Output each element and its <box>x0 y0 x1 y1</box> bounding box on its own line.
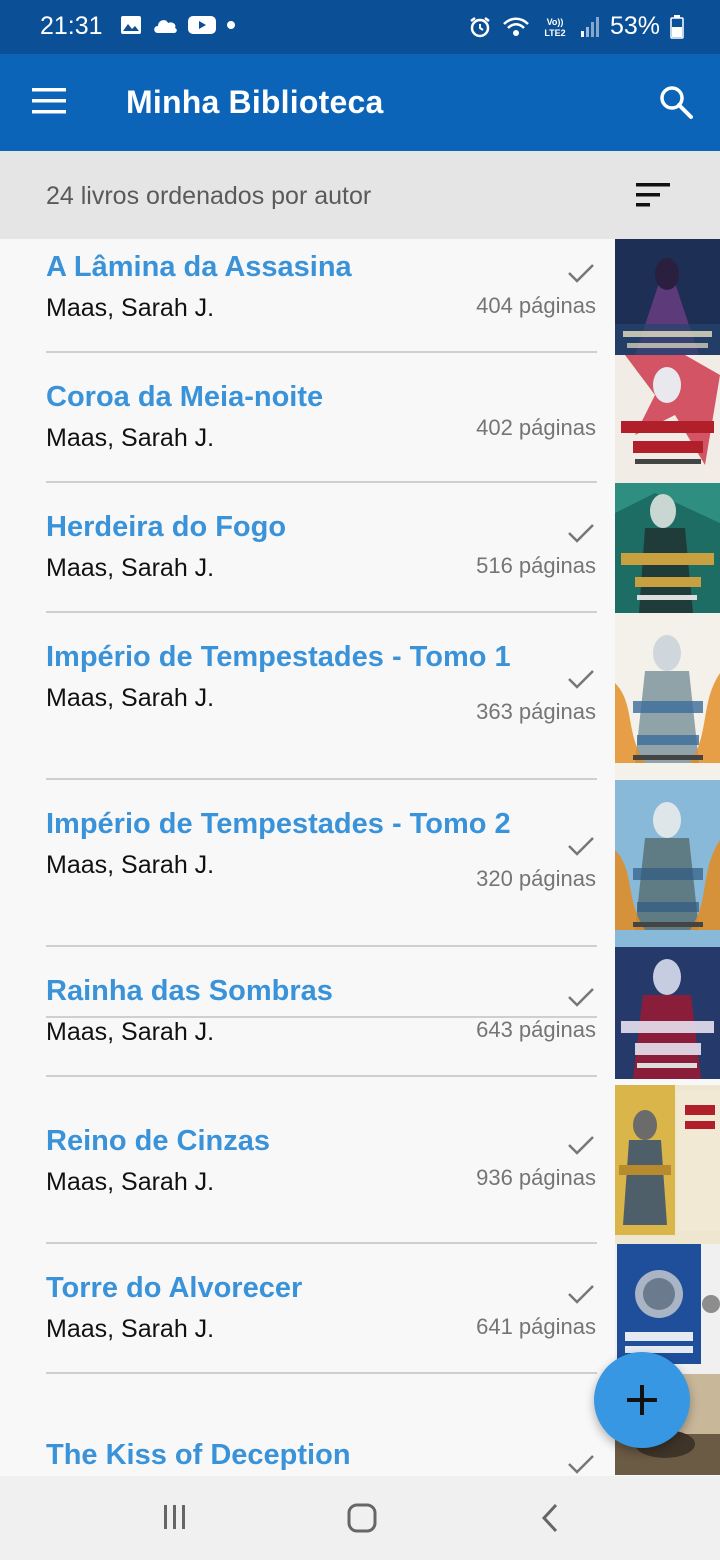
book-pages: 641 páginas <box>476 1314 596 1339</box>
book-row[interactable]: Torre do Alvorecer Maas, Sarah J. 641 pá… <box>0 1244 720 1374</box>
book-row[interactable]: Império de Tempestades - Tomo 2 Maas, Sa… <box>0 780 720 947</box>
book-cover <box>615 1085 720 1245</box>
menu-icon[interactable] <box>32 88 66 114</box>
book-meta <box>446 1452 596 1475</box>
home-icon[interactable] <box>346 1502 378 1534</box>
book-cover <box>615 239 720 355</box>
app-bar: Minha Biblioteca <box>0 54 720 151</box>
read-check-icon <box>568 670 594 689</box>
read-check-icon <box>568 837 594 856</box>
book-row[interactable]: Rainha das Sombras Maas, Sarah J. 643 pá… <box>0 947 720 1079</box>
system-nav-bar <box>0 1476 720 1560</box>
book-meta: 363 páginas <box>446 667 596 725</box>
book-meta: 643 páginas <box>446 985 596 1043</box>
book-meta: 320 páginas <box>446 834 596 892</box>
add-icon <box>627 1385 657 1415</box>
volte-icon: Vo))LTE2 <box>544 17 565 38</box>
read-check-icon <box>568 1285 594 1304</box>
youtube-icon <box>188 16 216 34</box>
book-meta: 936 páginas <box>446 1133 596 1191</box>
book-pages: 363 páginas <box>476 699 596 724</box>
book-row[interactable]: Reino de Cinzas Maas, Sarah J. 936 págin… <box>0 1077 720 1245</box>
book-meta: 516 páginas <box>446 521 596 579</box>
battery-percent: 53% <box>609 12 660 40</box>
status-time: 21:31 <box>40 12 103 40</box>
book-pages: 320 páginas <box>476 866 596 891</box>
book-meta: 641 páginas <box>446 1282 596 1340</box>
alarm-icon <box>470 16 490 37</box>
read-check-icon <box>568 1136 594 1155</box>
read-check-icon <box>568 1455 594 1474</box>
book-meta: 402 páginas <box>446 407 596 441</box>
book-pages: 516 páginas <box>476 553 596 578</box>
book-cover <box>615 355 720 485</box>
book-count-label: 24 livros ordenados por autor <box>46 182 372 210</box>
book-row[interactable]: A Lâmina da Assasina Maas, Sarah J. 404 … <box>0 239 720 355</box>
book-row[interactable]: Império de Tempestades - Tomo 1 Maas, Sa… <box>0 613 720 1018</box>
status-left-icons <box>120 14 236 36</box>
app-title: Minha Biblioteca <box>126 84 384 120</box>
book-pages: 402 páginas <box>476 415 596 440</box>
svg-text:LTE2: LTE2 <box>544 28 565 38</box>
book-row[interactable]: Herdeira do Fogo Maas, Sarah J. 516 pági… <box>0 483 720 613</box>
sort-bar: 24 livros ordenados por autor <box>0 151 720 239</box>
add-book-button[interactable] <box>594 1352 690 1448</box>
read-check-icon <box>568 524 594 543</box>
cloud-icon <box>154 20 177 33</box>
book-cover <box>615 613 720 780</box>
book-pages: 404 páginas <box>476 293 596 318</box>
read-check-icon <box>568 988 594 1007</box>
book-cover <box>615 947 720 1079</box>
battery-icon <box>670 14 684 39</box>
book-cover <box>615 483 720 613</box>
wifi-icon <box>503 17 529 36</box>
recent-apps-icon[interactable] <box>160 1502 190 1532</box>
sort-icon[interactable] <box>636 183 670 207</box>
image-icon <box>121 16 141 34</box>
book-meta: 404 páginas <box>446 261 596 319</box>
book-list[interactable]: A Lâmina da Assasina Maas, Sarah J. 404 … <box>0 239 720 1475</box>
book-pages: 936 páginas <box>476 1165 596 1190</box>
back-icon[interactable] <box>538 1502 562 1534</box>
svg-text:Vo)): Vo)) <box>547 17 564 27</box>
status-right-icons: Vo)) LTE2 53% <box>468 12 684 41</box>
book-pages: 643 páginas <box>476 1017 596 1042</box>
search-icon[interactable] <box>658 84 694 120</box>
signal-icon <box>580 16 599 37</box>
read-check-icon <box>568 264 594 283</box>
book-row[interactable]: Coroa da Meia-noite Maas, Sarah J. 402 p… <box>0 353 720 485</box>
book-cover <box>615 780 720 947</box>
status-bar: 21:31 Vo)) LTE2 53% <box>0 0 720 54</box>
dot-icon <box>227 21 235 29</box>
